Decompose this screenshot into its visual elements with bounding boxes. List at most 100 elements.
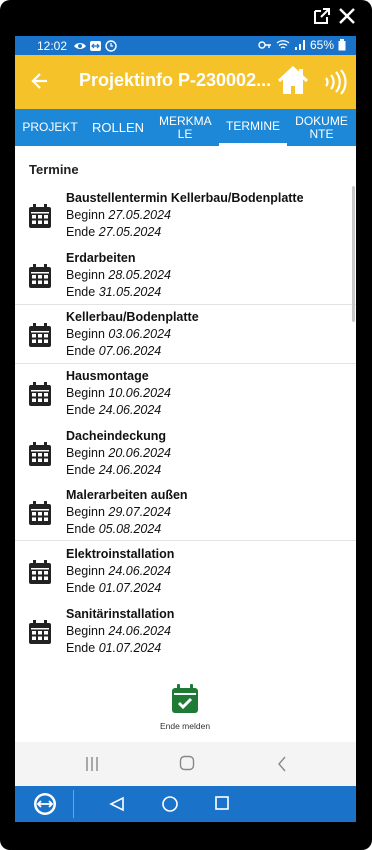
tab-bar: PROJEKT ROLLEN MERKMA LE TERMINE DOKUME … bbox=[15, 109, 356, 146]
close-icon[interactable] bbox=[337, 6, 357, 26]
appointment-name: Erdarbeiten bbox=[66, 251, 136, 265]
calendar-icon bbox=[29, 323, 51, 347]
status-right: 65% bbox=[258, 38, 346, 52]
key-icon bbox=[258, 41, 271, 49]
appointment-begin: Beginn 10.06.2024 bbox=[66, 386, 171, 400]
begin-label: Beginn bbox=[66, 564, 105, 578]
action-area: Ende melden bbox=[15, 676, 356, 742]
status-app-icons bbox=[74, 39, 117, 52]
end-label: Ende bbox=[66, 581, 96, 595]
begin-date: 24.06.2024 bbox=[108, 624, 171, 638]
appointments-list: Termine Baustellentermin Kellerbau/Boden… bbox=[15, 146, 356, 676]
appointment-begin: Beginn 24.06.2024 bbox=[66, 624, 171, 638]
end-date: 31.05.2024 bbox=[98, 285, 162, 299]
begin-date: 24.06.2024 bbox=[108, 564, 171, 578]
begin-date: 28.05.2024 bbox=[108, 268, 171, 282]
appointment-item[interactable]: Kellerbau/Bodenplatte Beginn 03.06.2024 En… bbox=[15, 309, 356, 368]
appointment-end: Ende 31.05.2024 bbox=[66, 285, 161, 299]
calendar-icon bbox=[29, 620, 51, 644]
android-home-icon[interactable] bbox=[161, 795, 179, 813]
open-external-icon[interactable] bbox=[312, 6, 332, 26]
appointment-name: Hausmontage bbox=[66, 369, 149, 383]
end-date: 05.08.2024 bbox=[98, 522, 162, 536]
appointment-end: Ende 27.05.2024 bbox=[66, 225, 161, 239]
appointment-end: Ende 24.06.2024 bbox=[66, 403, 161, 417]
back-nav-icon[interactable] bbox=[277, 756, 287, 772]
appointment-name: Dacheindeckung bbox=[66, 429, 167, 443]
list-divider bbox=[15, 363, 356, 364]
begin-label: Beginn bbox=[66, 327, 105, 341]
end-date: 24.06.2024 bbox=[98, 463, 162, 477]
end-report-button[interactable]: Ende melden bbox=[160, 684, 210, 731]
status-time: 12:02 bbox=[37, 38, 68, 53]
begin-label: Beginn bbox=[66, 624, 105, 638]
android-back-icon[interactable] bbox=[109, 796, 125, 812]
list-divider bbox=[15, 304, 356, 305]
appointment-name: Malerarbeiten außen bbox=[66, 488, 188, 502]
android-recents-icon[interactable] bbox=[214, 795, 230, 811]
section-title: Termine bbox=[29, 162, 79, 177]
battery-icon bbox=[338, 39, 346, 51]
scrollbar[interactable] bbox=[352, 186, 355, 322]
end-date: 27.05.2024 bbox=[98, 225, 162, 239]
teamviewer-icon[interactable] bbox=[33, 792, 57, 816]
toolbar-divider bbox=[73, 790, 74, 818]
tab-projekt[interactable]: PROJEKT bbox=[15, 109, 85, 146]
appointment-name: Sanitärinstallation bbox=[66, 607, 175, 621]
appointment-begin: Beginn 27.05.2024 bbox=[66, 208, 171, 222]
calendar-check-icon bbox=[172, 684, 198, 713]
appointment-name: Baustellentermin Kellerbau/Bodenplatte bbox=[66, 191, 304, 205]
appointment-end: Ende 07.06.2024 bbox=[66, 344, 161, 358]
appointment-item[interactable]: Erdarbeiten Beginn 28.05.2024 Ende 31.05.2… bbox=[15, 250, 356, 309]
appointment-begin: Beginn 20.06.2024 bbox=[66, 446, 171, 460]
home-nav-icon[interactable] bbox=[179, 755, 195, 772]
home-icon[interactable] bbox=[277, 66, 309, 96]
end-date: 01.07.2024 bbox=[98, 581, 162, 595]
recent-apps-icon[interactable] bbox=[85, 756, 99, 772]
tab-rollen[interactable]: ROLLEN bbox=[85, 109, 151, 146]
calendar-icon bbox=[29, 560, 51, 584]
appointment-end: Ende 01.07.2024 bbox=[66, 581, 161, 595]
appointment-item[interactable]: Hausmontage Beginn 10.06.2024 Ende 24.06.2… bbox=[15, 368, 356, 427]
phone-screen: 12:02 65% Projektinfo P-230002... PROJEK… bbox=[15, 36, 356, 822]
back-arrow-icon[interactable] bbox=[31, 72, 49, 90]
appointment-item[interactable]: Dacheindeckung Beginn 20.06.2024 Ende 24.0… bbox=[15, 428, 356, 487]
end-label: Ende bbox=[66, 285, 96, 299]
battery-percent: 65% bbox=[309, 38, 334, 52]
end-date: 07.06.2024 bbox=[98, 344, 162, 358]
end-label: Ende bbox=[66, 641, 96, 655]
appointment-item[interactable]: Baustellentermin Kellerbau/Bodenplatte Be… bbox=[15, 190, 356, 249]
end-label: Ende bbox=[66, 403, 96, 417]
end-date: 01.07.2024 bbox=[98, 641, 162, 655]
signal-icon bbox=[294, 40, 305, 50]
calendar-icon bbox=[29, 382, 51, 406]
appointment-name: Kellerbau/Bodenplatte bbox=[66, 310, 199, 324]
appointment-name: Elektroinstallation bbox=[66, 547, 175, 561]
begin-date: 27.05.2024 bbox=[108, 208, 171, 222]
tab-dokumente[interactable]: DOKUME NTE bbox=[287, 109, 356, 146]
begin-label: Beginn bbox=[66, 208, 105, 222]
appointment-begin: Beginn 24.06.2024 bbox=[66, 564, 171, 578]
nfc-signal-icon[interactable] bbox=[323, 69, 347, 95]
appointment-item[interactable]: Elektroinstallation Beginn 24.06.2024 Ende… bbox=[15, 546, 356, 605]
tab-merkmale[interactable]: MERKMA LE bbox=[151, 109, 219, 146]
appointment-begin: Beginn 28.05.2024 bbox=[66, 268, 171, 282]
tab-termine[interactable]: TERMINE bbox=[219, 109, 287, 146]
end-date: 24.06.2024 bbox=[98, 403, 162, 417]
page-title: Projektinfo P-230002... bbox=[79, 70, 272, 90]
appointment-item[interactable]: Malerarbeiten außen Beginn 29.07.2024 Ende… bbox=[15, 487, 356, 546]
begin-label: Beginn bbox=[66, 386, 105, 400]
begin-date: 10.06.2024 bbox=[108, 386, 171, 400]
list-divider bbox=[15, 540, 356, 541]
android-nav-bar bbox=[15, 742, 356, 786]
app-bar: Projektinfo P-230002... bbox=[15, 55, 356, 109]
window-topbar bbox=[0, 0, 372, 36]
appointment-item[interactable]: Sanitärinstallation Beginn 24.06.2024 Ende… bbox=[15, 606, 356, 665]
teamviewer-toolbar bbox=[15, 786, 356, 822]
calendar-icon bbox=[29, 204, 51, 228]
end-label: Ende bbox=[66, 344, 96, 358]
calendar-icon bbox=[29, 501, 51, 525]
begin-date: 03.06.2024 bbox=[108, 327, 171, 341]
calendar-icon bbox=[29, 442, 51, 466]
begin-date: 29.07.2024 bbox=[108, 505, 171, 519]
